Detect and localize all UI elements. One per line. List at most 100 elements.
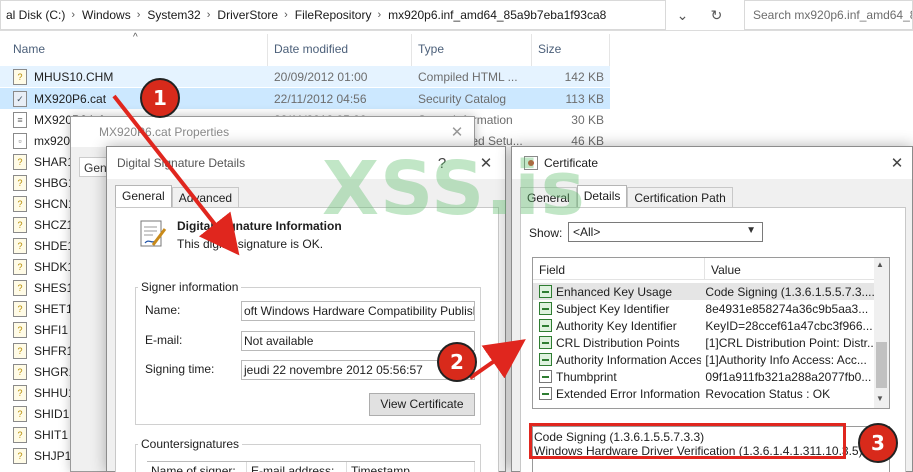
- setup-file-icon: ≡: [13, 111, 27, 128]
- column-field[interactable]: Field: [533, 258, 705, 279]
- column-value[interactable]: Value: [705, 258, 876, 279]
- help-file-icon: ?: [13, 68, 27, 85]
- file-name: SHET1: [34, 301, 73, 316]
- column-timestamp[interactable]: Timestamp: [347, 462, 475, 472]
- breadcrumb-item[interactable]: Windows: [77, 8, 135, 22]
- search-input[interactable]: Search mx920p6.inf_amd64_8...: [744, 0, 913, 30]
- step-badge-2: 2: [437, 342, 477, 382]
- file-name: SHJP1: [34, 448, 72, 463]
- view-certificate-button[interactable]: View Certificate: [369, 393, 475, 416]
- column-signer[interactable]: Name of signer:: [147, 462, 247, 472]
- email-field[interactable]: Not available: [241, 331, 475, 351]
- row-field: Subject Key Identifier: [556, 301, 670, 316]
- column-size[interactable]: Size: [538, 42, 561, 56]
- row-value: KeyID=28ccef61a47cbc3f966...: [705, 318, 873, 333]
- row-field: CRL Distribution Points: [556, 335, 680, 350]
- digital-signature-details-dialog: Digital Signature Details ? ✕ General Ad…: [106, 146, 506, 472]
- properties-titlebar: MX920P6.cat Properties: [71, 117, 474, 147]
- file-name: MX920P6.cat: [34, 91, 107, 106]
- file-size: 142 KB: [564, 69, 604, 84]
- dialog-title: Digital Signature Details: [117, 156, 246, 170]
- tab-general[interactable]: General: [115, 185, 172, 207]
- close-icon[interactable]: ✕: [444, 117, 470, 147]
- grid-row[interactable]: Authority Information Access [1]Authorit…: [533, 351, 876, 368]
- scroll-down-icon[interactable]: ▼: [876, 394, 884, 403]
- scrollbar-thumb[interactable]: [876, 342, 887, 388]
- row-value: Code Signing (1.3.6.1.5.5.7.3....: [705, 284, 875, 299]
- column-type[interactable]: Type: [418, 42, 444, 56]
- grid-header: Field Value: [533, 258, 876, 280]
- fields-grid: Field Value Enhanced Key Usage Code Sign…: [532, 257, 890, 409]
- column-divider: [609, 34, 610, 66]
- refresh-icon[interactable]: ↻: [700, 0, 733, 30]
- breadcrumb-item[interactable]: FileRepository: [290, 8, 376, 22]
- certificate-icon: [524, 156, 538, 170]
- help-file-icon: ?: [13, 447, 27, 464]
- chevron-down-icon: ▼: [746, 225, 756, 236]
- breadcrumb-item[interactable]: System32: [142, 8, 204, 22]
- countersignatures-label: Countersignatures: [138, 437, 243, 451]
- file-name: SHCN1: [34, 196, 75, 211]
- tab-general[interactable]: General: [79, 157, 109, 177]
- countersignatures-table-header: Name of signer: E-mail address: Timestam…: [147, 461, 475, 472]
- file-icon: ▫: [13, 132, 27, 149]
- tab-advanced[interactable]: Advanced: [171, 187, 240, 207]
- breadcrumb[interactable]: al Disk (C:) › Windows › System32 › Driv…: [0, 0, 666, 30]
- tab-certification-path[interactable]: Certification Path: [627, 187, 733, 207]
- file-name: SHDE1: [34, 238, 75, 253]
- file-name: SHAR1: [34, 154, 75, 169]
- row-field: Thumbprint: [556, 369, 617, 384]
- file-row[interactable]: ? MHUS10.CHM 20/09/2012 01:00 Compiled H…: [0, 66, 610, 87]
- grid-row[interactable]: Extended Error Information Revocation St…: [533, 385, 876, 402]
- step-badge-3: 3: [858, 423, 898, 463]
- file-type: Compiled HTML ...: [418, 69, 518, 84]
- grid-row[interactable]: CRL Distribution Points [1]CRL Distribut…: [533, 334, 876, 351]
- extension-icon: [539, 319, 552, 332]
- breadcrumb-item[interactable]: mx920p6.inf_amd64_85a9b7eba1f93ca8: [383, 8, 610, 22]
- column-email[interactable]: E-mail address:: [247, 462, 347, 472]
- signature-status: This digital signature is OK.: [177, 237, 324, 251]
- show-select-value: <All>: [573, 225, 601, 239]
- tab-general[interactable]: General: [520, 187, 577, 207]
- breadcrumb-item[interactable]: al Disk (C:): [1, 8, 69, 22]
- grid-row[interactable]: Enhanced Key Usage Code Signing (1.3.6.1…: [533, 283, 876, 300]
- extension-icon: [539, 353, 552, 366]
- help-file-icon: ?: [13, 153, 27, 170]
- file-name: SHID1: [34, 406, 70, 421]
- column-date[interactable]: Date modified: [274, 42, 348, 56]
- highlight-box: [529, 423, 846, 459]
- scroll-up-icon[interactable]: ▲: [876, 260, 884, 269]
- file-date: 22/11/2012 04:56: [274, 91, 367, 106]
- signer-info-label: Signer information: [138, 280, 242, 294]
- column-divider: [411, 34, 412, 66]
- dialog-titlebar: Digital Signature Details ? ✕: [107, 147, 505, 179]
- help-icon[interactable]: ?: [429, 147, 455, 179]
- grid-row[interactable]: Authority Key Identifier KeyID=28ccef61a…: [533, 317, 876, 334]
- email-label: E-mail:: [145, 333, 183, 347]
- breadcrumb-item[interactable]: DriverStore: [212, 8, 282, 22]
- file-name: SHES1: [34, 280, 74, 295]
- grid-row[interactable]: Subject Key Identifier 8e4931e858274a36c…: [533, 300, 876, 317]
- tab-details[interactable]: Details: [576, 185, 628, 207]
- row-value: 09f1a911fb321a288a2077fb0...: [705, 369, 872, 384]
- help-file-icon: ?: [13, 363, 27, 380]
- help-file-icon: ?: [13, 300, 27, 317]
- file-name: MHUS10.CHM: [34, 69, 114, 84]
- show-select[interactable]: <All> ▼: [568, 222, 763, 242]
- grid-row[interactable]: Thumbprint 09f1a911fb321a288a2077fb0...: [533, 368, 876, 385]
- file-date: 20/09/2012 01:00: [274, 69, 368, 84]
- row-field: Authority Key Identifier: [556, 318, 677, 333]
- show-label: Show:: [529, 226, 563, 240]
- close-icon[interactable]: ✕: [473, 147, 499, 179]
- help-file-icon: ?: [13, 237, 27, 254]
- history-dropdown-icon[interactable]: ⌄: [666, 0, 699, 30]
- tab-strip: General Details Certification Path: [520, 185, 733, 207]
- chevron-right-icon: ›: [136, 9, 141, 21]
- close-icon[interactable]: ✕: [884, 147, 910, 179]
- file-row[interactable]: ✓ MX920P6.cat 22/11/2012 04:56 Security …: [0, 88, 610, 109]
- vertical-scrollbar[interactable]: ▲ ▼: [874, 258, 889, 408]
- help-file-icon: ?: [13, 321, 27, 338]
- column-name[interactable]: Name: [13, 42, 45, 56]
- name-field[interactable]: oft Windows Hardware Compatibility Publi…: [241, 301, 475, 321]
- file-list-header: Name ^ Date modified Type Size: [0, 32, 913, 66]
